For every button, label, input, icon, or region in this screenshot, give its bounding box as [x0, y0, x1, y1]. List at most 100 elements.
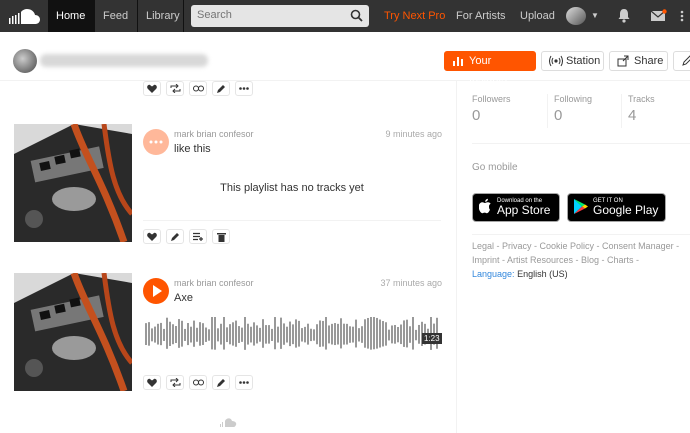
- profile-header: Your Insights Station Share: [0, 32, 690, 85]
- pencil-icon: [681, 55, 690, 73]
- waveform-bar: [181, 320, 183, 347]
- nav-feed[interactable]: Feed: [95, 0, 138, 32]
- waveform-bar: [232, 322, 234, 346]
- tracks-value: 4: [628, 107, 637, 124]
- tracks-label: Tracks: [628, 94, 655, 104]
- station-label: Station: [566, 55, 601, 67]
- playlist-actions-row: [143, 229, 230, 245]
- repost-icon[interactable]: [166, 375, 184, 390]
- more-ellipsis-icon[interactable]: [235, 81, 253, 96]
- apple-logo-icon: [478, 198, 492, 217]
- tracks-stat[interactable]: Tracks 4: [628, 94, 655, 124]
- google-play-big-text: Google Play: [593, 203, 659, 217]
- waveform-bar: [217, 328, 219, 342]
- waveform-bar: [148, 322, 150, 346]
- track-artwork[interactable]: [14, 273, 132, 391]
- waveform-bar: [226, 327, 228, 343]
- track-uploader[interactable]: mark brian confesor: [174, 278, 254, 288]
- waveform-bar: [160, 322, 162, 346]
- waveform-bar: [337, 323, 339, 345]
- copy-link-icon[interactable]: [189, 81, 207, 96]
- search-box: [191, 5, 369, 27]
- edit-pencil-icon[interactable]: [212, 375, 230, 390]
- delete-trash-icon[interactable]: [212, 229, 230, 244]
- waveform-bar: [208, 329, 210, 341]
- waveform-bar: [295, 319, 297, 348]
- track-duration: 1:23: [422, 333, 442, 344]
- playlist-title[interactable]: like this: [174, 143, 211, 155]
- app-store-badge[interactable]: Download on the App Store: [472, 193, 560, 222]
- messages-envelope-icon[interactable]: [650, 9, 667, 26]
- waveform-bar: [412, 317, 414, 350]
- waveform-bar: [385, 322, 387, 346]
- following-stat[interactable]: Following 0: [554, 94, 592, 124]
- footer-links-line2[interactable]: Imprint - Artist Resources - Blog - Char…: [472, 255, 639, 265]
- chevron-down-icon[interactable]: ▼: [591, 11, 599, 20]
- waveform-bar: [400, 324, 402, 345]
- waveform-bar: [376, 317, 378, 349]
- share-button[interactable]: Share: [609, 51, 668, 71]
- waveform-bar: [406, 319, 408, 348]
- nav-home[interactable]: Home: [48, 0, 95, 32]
- like-heart-icon[interactable]: [143, 229, 161, 244]
- playlist-time: 9 minutes ago: [385, 129, 442, 139]
- followers-label: Followers: [472, 94, 511, 104]
- search-input[interactable]: [191, 5, 353, 25]
- track-waveform[interactable]: [145, 317, 441, 355]
- waveform-bar: [277, 326, 279, 343]
- nav-library[interactable]: Library: [138, 0, 184, 32]
- like-heart-icon[interactable]: [143, 375, 161, 390]
- add-to-next-up-icon[interactable]: [189, 229, 207, 244]
- waveform-bar: [235, 320, 237, 347]
- waveform-bar: [223, 317, 225, 350]
- waveform-bar: [292, 324, 294, 345]
- waveform-bar: [271, 328, 273, 341]
- waveform-bar: [418, 324, 420, 344]
- google-play-badge[interactable]: GET IT ON Google Play: [567, 193, 666, 222]
- waveform-bar: [358, 328, 360, 342]
- edit-profile-button[interactable]: [673, 51, 690, 71]
- waveform-bar: [157, 323, 159, 345]
- upload-link[interactable]: Upload: [520, 0, 555, 32]
- your-insights-button[interactable]: Your Insights: [444, 51, 536, 85]
- waveform-bar: [280, 317, 282, 349]
- share-label: Share: [634, 55, 664, 67]
- search-icon[interactable]: [350, 9, 363, 25]
- edit-pencil-icon[interactable]: [166, 229, 184, 244]
- copy-link-icon[interactable]: [189, 375, 207, 390]
- playlist-placeholder-avatar[interactable]: [143, 129, 169, 155]
- soundcloud-logo-icon[interactable]: [0, 0, 48, 32]
- station-button[interactable]: Station: [541, 51, 604, 71]
- edit-pencil-icon[interactable]: [212, 81, 230, 96]
- language-selector[interactable]: Language: English (US): [472, 269, 568, 279]
- repost-icon[interactable]: [166, 81, 184, 96]
- track-title[interactable]: Axe: [174, 292, 193, 304]
- app-store-text: Download on the App Store: [497, 198, 550, 217]
- waveform-bar: [274, 317, 276, 350]
- play-button[interactable]: [143, 278, 169, 304]
- waveform-bar: [322, 320, 324, 347]
- like-heart-icon[interactable]: [143, 81, 161, 96]
- more-menu-icon[interactable]: [677, 10, 687, 25]
- waveform-bar: [373, 317, 375, 350]
- playlist-artwork[interactable]: [14, 124, 132, 242]
- waveform-bar: [205, 327, 207, 342]
- user-menu-avatar[interactable]: [566, 7, 586, 25]
- waveform-bar: [229, 324, 231, 345]
- more-ellipsis-icon[interactable]: [235, 375, 253, 390]
- for-artists-link[interactable]: For Artists: [456, 0, 506, 32]
- following-label: Following: [554, 94, 593, 104]
- waveform-bar: [262, 319, 264, 348]
- waveform-bar: [220, 323, 222, 345]
- waveform-bar: [313, 329, 315, 341]
- footer-links-line1[interactable]: Legal - Privacy - Cookie Policy - Consen…: [472, 241, 679, 251]
- try-next-pro-link[interactable]: Try Next Pro: [384, 0, 445, 32]
- waveform-bar: [289, 321, 291, 347]
- waveform-bar: [319, 320, 321, 347]
- profile-avatar[interactable]: [13, 49, 37, 73]
- playlist-uploader[interactable]: mark brian confesor: [174, 129, 254, 139]
- sidebar-separator: [472, 234, 690, 235]
- followers-stat[interactable]: Followers 0: [472, 94, 511, 124]
- notifications-bell-icon[interactable]: [617, 8, 631, 26]
- waveform-bar: [307, 323, 309, 345]
